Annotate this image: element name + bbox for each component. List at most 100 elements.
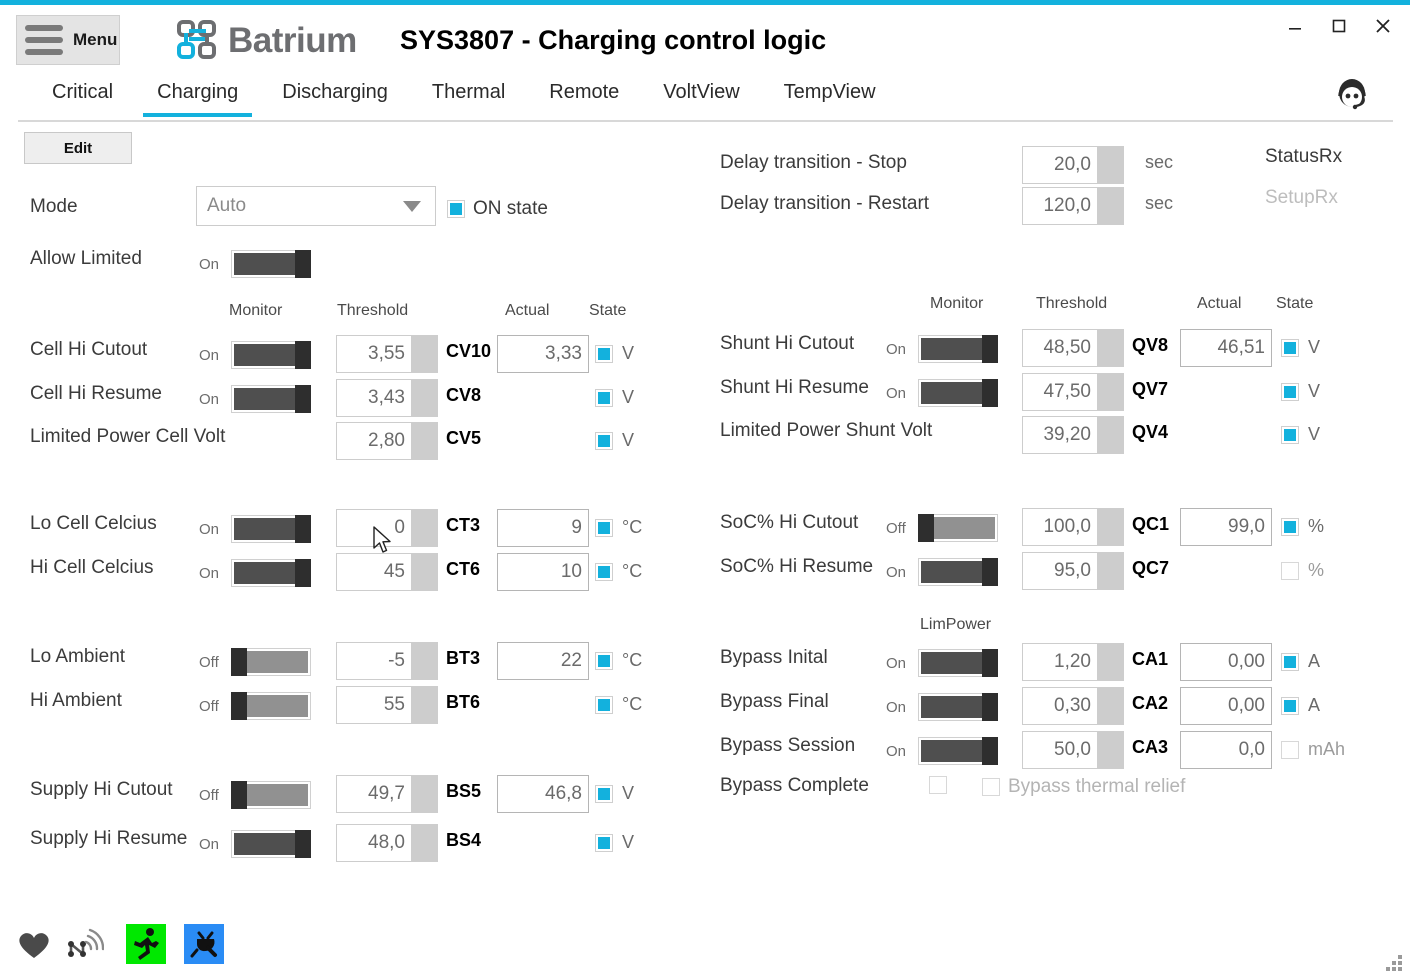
menu-button[interactable]: Menu [16,15,120,65]
left-state-checkbox-supply-hi-cutout[interactable] [595,784,613,803]
right-monitor-toggle-bypass-inital[interactable] [918,649,999,677]
left-state-wrap-hi-ambient: °C [595,694,642,715]
right-state-checkbox-soc-hi-cutout[interactable] [1281,517,1299,536]
left-threshold-input-lo-ambient[interactable]: -5 [336,642,438,680]
left-threshold-input-supply-hi-cutout[interactable]: 49,7 [336,775,438,813]
left-threshold-input-hi-cell-celcius[interactable]: 45 [336,553,438,591]
right-threshold-spinner-soc-hi-cutout[interactable] [1097,509,1123,545]
maximize-icon[interactable] [1328,15,1350,37]
mode-select[interactable]: Auto [196,186,436,226]
left-state-checkbox-cell-hi-resume[interactable] [595,388,613,407]
left-threshold-spinner-hi-cell-celcius[interactable] [411,554,437,590]
minimize-icon[interactable] [1284,15,1306,37]
right-monitor-toggle-shunt-hi-cutout[interactable] [918,335,999,363]
left-state-checkbox-lo-cell-celcius[interactable] [595,518,613,537]
allow-limited-toggle[interactable] [231,250,312,278]
edit-button[interactable]: Edit [24,132,132,164]
left-state-checkbox-hi-ambient[interactable] [595,695,613,714]
left-monitor-toggle-cell-hi-cutout[interactable] [231,341,312,369]
right-monitor-toggle-soc-hi-resume[interactable] [918,558,999,586]
right-state-checkbox-bypass-inital[interactable] [1281,652,1299,671]
left-threshold-input-cell-hi-cutout[interactable]: 3,55 [336,335,438,373]
running-man-icon[interactable] [126,924,166,964]
right-threshold-spinner-bypass-session[interactable] [1097,732,1123,768]
chevron-down-icon [403,200,421,212]
right-threshold-spinner-bypass-final[interactable] [1097,688,1123,724]
right-threshold-input-limited-power-shunt-volt[interactable]: 39,20 [1022,416,1124,454]
left-monitor-toggle-supply-hi-cutout[interactable] [230,781,311,809]
right-state-checkbox-bypass-session[interactable] [1281,740,1299,759]
right-state-checkbox-bypass-final[interactable] [1281,696,1299,715]
tab-critical[interactable]: Critical [30,73,135,114]
right-threshold-spinner-bypass-inital[interactable] [1097,644,1123,680]
right-state-checkbox-shunt-hi-resume[interactable] [1281,382,1299,401]
right-state-checkbox-shunt-hi-cutout[interactable] [1281,338,1299,357]
left-threshold-spinner-supply-hi-resume[interactable] [411,825,437,861]
tab-charging[interactable]: Charging [135,73,260,117]
right-threshold-input-soc-hi-resume[interactable]: 95,0 [1022,552,1124,590]
left-threshold-spinner-hi-ambient[interactable] [411,687,437,723]
tab-thermal[interactable]: Thermal [410,73,527,114]
left-threshold-spinner-supply-hi-cutout[interactable] [411,776,437,812]
right-monitor-toggle-soc-hi-cutout[interactable] [917,514,998,542]
right-threshold-input-bypass-inital[interactable]: 1,20 [1022,643,1124,681]
on-state-checkbox[interactable] [447,200,465,218]
right-monitor-state-shunt-hi-resume: On [886,384,907,402]
delay-restart-input[interactable]: 120,0 [1022,187,1124,225]
right-state-checkbox-soc-hi-resume[interactable] [1281,561,1299,580]
resize-grip[interactable] [1386,955,1402,971]
right-monitor-toggle-bypass-final[interactable] [918,693,999,721]
left-unit-hi-cell-celcius: °C [622,561,643,581]
right-state-checkbox-limited-power-shunt-volt[interactable] [1281,425,1299,444]
left-monitor-toggle-supply-hi-resume[interactable] [231,830,312,858]
left-state-checkbox-limited-power-cell-volt[interactable] [595,431,613,450]
left-monitor-toggle-lo-ambient[interactable] [230,648,311,676]
left-threshold-spinner-lo-cell-celcius[interactable] [411,510,437,546]
left-threshold-spinner-limited-power-cell-volt[interactable] [411,423,437,459]
tab-tempview[interactable]: TempView [762,73,898,114]
left-state-checkbox-hi-cell-celcius[interactable] [595,562,613,581]
right-threshold-input-bypass-final[interactable]: 0,30 [1022,687,1124,725]
right-monitor-toggle-shunt-hi-resume[interactable] [918,379,999,407]
left-state-checkbox-cell-hi-cutout[interactable] [595,344,613,363]
left-threshold-input-hi-ambient[interactable]: 55 [336,686,438,724]
power-plug-icon[interactable] [184,924,224,964]
left-threshold-spinner-lo-ambient[interactable] [411,643,437,679]
delay-stop-spinner[interactable] [1097,147,1123,183]
bypass-complete-checkbox[interactable] [929,776,947,794]
left-threshold-input-cell-hi-resume[interactable]: 3,43 [336,379,438,417]
left-threshold-spinner-cell-hi-cutout[interactable] [411,336,437,372]
left-monitor-toggle-lo-cell-celcius[interactable] [231,515,312,543]
right-threshold-input-soc-hi-cutout[interactable]: 100,0 [1022,508,1124,546]
tab-voltview[interactable]: VoltView [641,73,761,114]
left-header-actual-wrap: Actual [505,302,549,320]
left-state-wrap-cell-hi-cutout: V [595,343,634,364]
right-threshold-spinner-limited-power-shunt-volt[interactable] [1097,417,1123,453]
left-monitor-toggle-hi-ambient[interactable] [230,692,311,720]
close-icon[interactable] [1372,15,1394,37]
delay-restart-spinner[interactable] [1097,188,1123,224]
right-threshold-input-shunt-hi-cutout[interactable]: 48,50 [1022,329,1124,367]
left-state-checkbox-lo-ambient[interactable] [595,651,613,670]
left-monitor-state-hi-ambient: Off [199,697,219,715]
right-threshold-spinner-soc-hi-resume[interactable] [1097,553,1123,589]
left-threshold-input-limited-power-cell-volt[interactable]: 2,80 [336,422,438,460]
right-threshold-spinner-shunt-hi-cutout[interactable] [1097,330,1123,366]
bypass-thermal-relief-checkbox[interactable] [982,778,1000,796]
left-monitor-toggle-cell-hi-resume[interactable] [231,385,312,413]
right-threshold-spinner-shunt-hi-resume[interactable] [1097,374,1123,410]
right-threshold-input-bypass-session[interactable]: 50,0 [1022,731,1124,769]
left-state-checkbox-supply-hi-resume[interactable] [595,833,613,852]
right-monitor-toggle-bypass-session[interactable] [918,737,999,765]
left-threshold-spinner-cell-hi-resume[interactable] [411,380,437,416]
right-threshold-value-bypass-inital: 1,20 [1054,651,1091,672]
network-icon[interactable] [64,924,105,964]
tab-remote[interactable]: Remote [527,73,641,114]
left-monitor-toggle-hi-cell-celcius[interactable] [231,559,312,587]
tab-discharging[interactable]: Discharging [260,73,410,114]
left-row-monitor-supply-hi-cutout: Off [199,781,311,809]
left-threshold-input-supply-hi-resume[interactable]: 48,0 [336,824,438,862]
right-threshold-input-shunt-hi-resume[interactable]: 47,50 [1022,373,1124,411]
heart-icon[interactable] [14,924,54,964]
delay-stop-input[interactable]: 20,0 [1022,146,1124,184]
